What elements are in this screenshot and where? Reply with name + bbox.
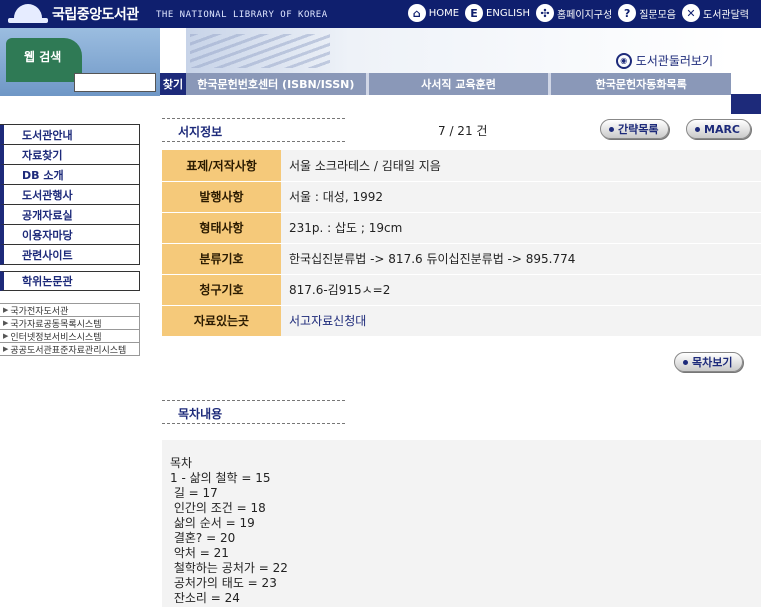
logo-korean-text: 국립중앙도서관 [52, 7, 139, 23]
toplink-label: 홈페이지구성 [556, 9, 613, 21]
top-bar: 국립중앙도서관 THE NATIONAL LIBRARY OF KOREA ⌂ … [0, 0, 761, 28]
sidebar-links: ▶ 국가전자도서관 ▶ 국가자료공동목록시스템 ▶ 인터넷정보서비스시스템 ▶ 공공도서… [0, 303, 140, 356]
arrow-right-icon: ▶ [3, 306, 9, 314]
location-link[interactable]: 서고자료신청대 [281, 305, 761, 337]
web-search-panel: 웹 검색 [0, 28, 160, 96]
arrow-right-icon: ▶ [3, 332, 9, 340]
sidebar: 도서관안내 자료찾기 DB 소개 도서관행사 공개자료실 이용자마당 관련사이트… [0, 124, 140, 356]
sidebar-item-db-intro[interactable]: DB 소개 [0, 165, 140, 185]
magnifier-icon: ◉ [615, 52, 632, 69]
sidebar-item-library-info[interactable]: 도서관안내 [0, 125, 140, 145]
row-label: 분류기호 [162, 243, 281, 275]
toc-view-label: 목차보기 [692, 356, 733, 369]
brief-list-label: 간략목록 [618, 123, 659, 136]
main-nav: 한국문헌번호센터 (ISBN/ISSN) 사서직 교육훈련 한국문헌자동화목록 [186, 73, 732, 95]
sidebar-item-user-forum[interactable]: 이용자마당 [0, 225, 140, 245]
logo-english-text: THE NATIONAL LIBRARY OF KOREA [156, 10, 328, 20]
bullet-icon [609, 126, 614, 132]
sitemap-icon: ✣ [535, 4, 554, 22]
main-content: 서지정보 7 / 21 건 간략목록 MARC 표제/저작사항 서울 소크라테스… [162, 118, 761, 607]
arrow-right-icon: ▶ [3, 345, 9, 353]
search-input[interactable] [74, 73, 156, 92]
row-value: 서울 소크라테스 / 김태일 지음 [281, 150, 761, 182]
table-row: 청구기호 817.6-김915ㅅ=2 [162, 274, 761, 306]
row-value: 817.6-김915ㅅ=2 [281, 274, 761, 306]
toc-content: 목차 1 - 삶의 철학 = 15 길 = 17 인간의 조건 = 18 삶의 … [162, 440, 761, 607]
row-label: 형태사항 [162, 212, 281, 244]
sidebar-link-label: 국가전자도서관 [10, 306, 69, 317]
toplink-english[interactable]: E ENGLISH [465, 4, 530, 22]
sidebar-link-internet-service[interactable]: ▶ 인터넷정보서비스시스템 [0, 330, 140, 343]
sidebar-menu: 도서관안내 자료찾기 DB 소개 도서관행사 공개자료실 이용자마당 관련사이트 [0, 124, 140, 265]
section-title-toc: 목차내용 [162, 400, 345, 424]
row-value: 231p. : 삽도 ; 19cm [281, 212, 761, 244]
search-button[interactable]: 찾기 [160, 73, 186, 95]
sidebar-link-union-catalog[interactable]: ▶ 국가자료공동목록시스템 [0, 317, 140, 330]
row-label: 청구기호 [162, 274, 281, 306]
bibliography-table: 표제/저작사항 서울 소크라테스 / 김태일 지음 발행사항 서울 : 대성, … [162, 150, 761, 337]
bullet-icon [683, 359, 688, 365]
row-label: 자료있는곳 [162, 305, 281, 337]
sidebar-link-label: 공공도서관표준자료관리시스템 [10, 345, 127, 356]
bullet-icon [695, 126, 700, 132]
nav-isbn-center[interactable]: 한국문헌번호센터 (ISBN/ISSN) [186, 73, 369, 95]
calendar-icon: ✕ [682, 4, 700, 22]
library-logo[interactable]: 국립중앙도서관 [8, 4, 139, 24]
sidebar-item-find-materials[interactable]: 자료찾기 [0, 145, 140, 165]
row-value: 서울 : 대성, 1992 [281, 181, 761, 213]
marc-label: MARC [704, 122, 741, 136]
toplink-faq[interactable]: ? 질문모음 [618, 4, 676, 22]
sidebar-link-label: 국가자료공동목록시스템 [10, 319, 102, 330]
toplink-sitemap[interactable]: ✣ 홈페이지구성 [535, 4, 613, 22]
header: 웹 검색 찾기 ◉ 도서관둘러보기 한국문헌번호센터 (ISBN/ISSN) 사… [0, 28, 761, 114]
row-label: 발행사항 [162, 181, 281, 213]
library-logo-icon [8, 4, 48, 24]
web-search-tab: 웹 검색 [6, 38, 82, 82]
header-corner [731, 94, 761, 114]
toc-view-button[interactable]: 목차보기 [674, 352, 744, 372]
arrow-right-icon: ▶ [3, 319, 9, 327]
home-icon: ⌂ [407, 4, 426, 22]
sidebar-item-related-sites[interactable]: 관련사이트 [0, 245, 140, 265]
sidebar-item-public-archive[interactable]: 공개자료실 [0, 205, 140, 225]
table-row: 분류기호 한국십진분류법 -> 817.6 듀이십진분류법 -> 895.774 [162, 243, 761, 275]
toplink-label: HOME [428, 7, 460, 19]
table-row: 자료있는곳 서고자료신청대 [162, 305, 761, 337]
toplink-label: ENGLISH [486, 7, 530, 19]
marc-button[interactable]: MARC [686, 119, 752, 139]
sidebar-link-digital-library[interactable]: ▶ 국가전자도서관 [0, 304, 140, 317]
brief-list-button[interactable]: 간략목록 [600, 119, 670, 139]
sidebar-link-label: 인터넷정보서비스시스템 [10, 332, 102, 343]
tour-label: 도서관둘러보기 [635, 54, 713, 68]
english-icon: E [465, 4, 484, 22]
sidebar-link-public-library-system[interactable]: ▶ 공공도서관표준자료관리시스템 [0, 343, 140, 356]
toplink-home[interactable]: ⌂ HOME [407, 4, 460, 22]
top-links: ⌂ HOME E ENGLISH ✣ 홈페이지구성 ? 질문모음 ✕ 도서관달력 [407, 4, 749, 22]
library-tour-link[interactable]: ◉ 도서관둘러보기 [615, 52, 713, 69]
toplink-calendar[interactable]: ✕ 도서관달력 [682, 4, 749, 22]
section-title-bibliography: 서지정보 [162, 118, 345, 142]
sidebar-item-thesis[interactable]: 학위논문관 [0, 271, 140, 291]
toplink-label: 도서관달력 [703, 9, 749, 21]
sidebar-item-events[interactable]: 도서관행사 [0, 185, 140, 205]
row-label: 표제/저작사항 [162, 150, 281, 182]
record-counter: 7 / 21 건 [438, 124, 488, 138]
row-value: 한국십진분류법 -> 817.6 듀이십진분류법 -> 895.774 [281, 243, 761, 275]
table-row: 발행사항 서울 : 대성, 1992 [162, 181, 761, 213]
table-row: 표제/저작사항 서울 소크라테스 / 김태일 지음 [162, 150, 761, 182]
nav-librarian-training[interactable]: 사서직 교육훈련 [368, 73, 552, 95]
banner-decoration [190, 34, 330, 68]
nav-kormarc[interactable]: 한국문헌자동화목록 [551, 73, 732, 95]
table-row: 형태사항 231p. : 삽도 ; 19cm [162, 212, 761, 244]
toplink-label: 질문모음 [639, 9, 676, 21]
header-banner: ◉ 도서관둘러보기 [186, 28, 731, 73]
question-icon: ? [618, 4, 637, 22]
